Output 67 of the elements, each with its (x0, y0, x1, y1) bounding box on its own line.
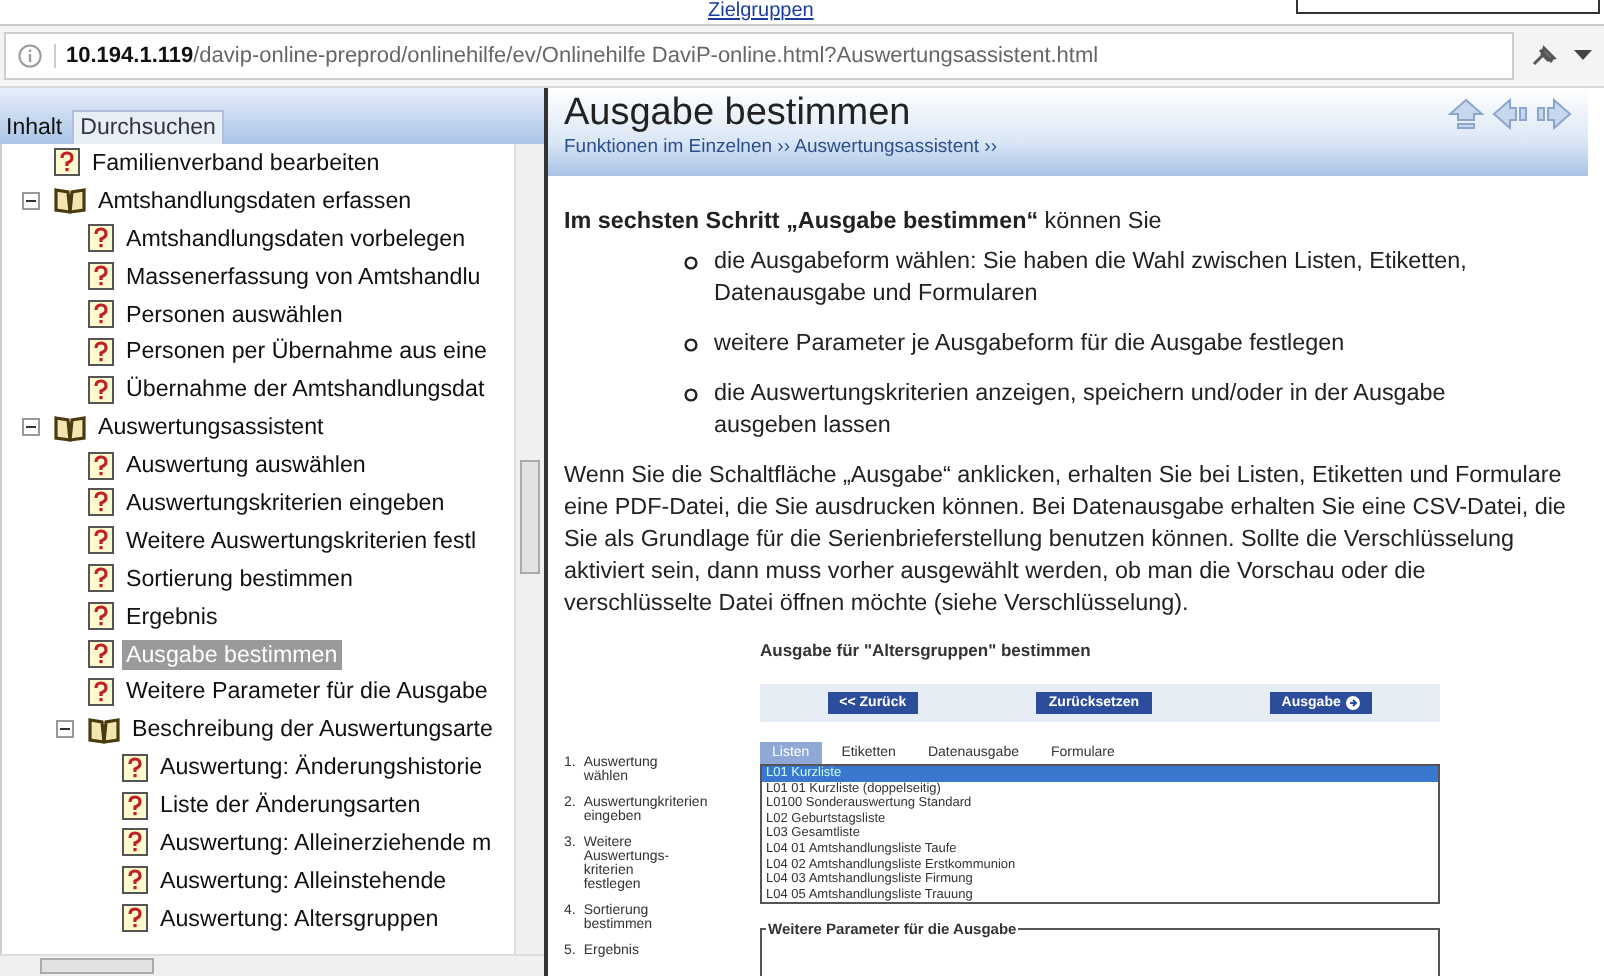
intro-text: Im sechsten Schritt „Ausgabe bestimmen“ können Sie (564, 208, 1164, 234)
book-icon (88, 715, 120, 744)
tree-item[interactable]: Auswertungsassistent (94, 412, 328, 443)
tree-item[interactable]: Weitere Auswertungskriterien festl (122, 525, 481, 556)
collapse-icon[interactable] (56, 720, 74, 739)
help-page-icon (88, 602, 114, 631)
tree-item[interactable]: Liste der Änderungsarten (156, 790, 425, 821)
collapse-icon[interactable] (22, 418, 40, 437)
help-page-icon (88, 337, 114, 366)
help-page-icon (88, 640, 114, 669)
bullet-text: weitere Parameter je Ausgabeform für die Ausgabe festlegen (714, 328, 1345, 360)
link[interactable]: Zielgruppen (708, 0, 814, 22)
paragraph: Wenn Sie die Schaltfläche „Ausgabe“ anklicken, erhalten Sie bei Listen, Etiketten und Formulare eine PDF-Datei, die Sie ausdrucken können. Bei Datenausgabe erhalten Sie eine CSV-Datei, die Sie als Grundlage für die Serienbrieferstellung benutzen können. Sollte die Verschlüsselung aktiviert sein, dann muss vorher ausgewählt werden, ob man die Vorschau oder die verschlüsselte Datei öffnen möchte (siehe Verschlüsselung). (564, 460, 1568, 620)
help-page-icon (122, 866, 148, 895)
pin-icon[interactable] (1530, 44, 1558, 68)
bullet-text: die Auswertungskriterien anzeigen, speichern und/oder in der Ausgabe ausgeben lassen (714, 378, 1448, 442)
help-page-icon (122, 753, 148, 782)
breadcrumb: Funktionen im Einzelnen ›› Auswertungsassistent ›› (564, 136, 997, 158)
tree-item[interactable]: Sortierung bestimmen (122, 563, 357, 594)
list-box[interactable] (760, 764, 1440, 904)
caret-icon[interactable] (1574, 50, 1592, 62)
tree-item[interactable]: Auswertungskriterien eingeben (122, 487, 449, 518)
tree-item[interactable]: Weitere Parameter für die Ausgabe (122, 676, 492, 707)
help-page-icon (88, 564, 114, 593)
tree-item[interactable]: Personen per Übernahme aus eine (122, 336, 491, 367)
help-page-icon (88, 488, 114, 517)
scrollbar[interactable] (514, 144, 544, 954)
tree-item[interactable]: Auswertung auswählen (122, 450, 370, 481)
tree-item[interactable]: Auswertung: Änderungshistorie (156, 752, 487, 783)
bullet-icon (684, 338, 698, 352)
tree-item[interactable]: Übernahme der Amtshandlungsdat (122, 374, 489, 405)
tab[interactable]: Inhalt (0, 112, 69, 144)
tree-item[interactable]: Personen auswählen (122, 299, 347, 329)
address-field[interactable]: 10.194.1.119/davip-online-preprod/onlinehilfe/ev/Onlinehilfe DaviP-online.html?Auswertungsassistent.html (4, 32, 1514, 80)
help-page-icon (88, 262, 114, 291)
bullet-icon (684, 388, 698, 402)
topic-title: Ausgabe bestimmen (564, 92, 913, 136)
tree-item[interactable]: Ergebnis (122, 601, 222, 632)
dialog-title: Ausgabe für "Altersgruppen" bestimmen (760, 640, 1093, 660)
tree-item[interactable]: Massenerfassung von Amtshandlu (122, 261, 485, 292)
tab[interactable]: Durchsuchen (72, 110, 224, 144)
arrow-icon (1346, 696, 1361, 710)
collapse-icon[interactable] (22, 191, 40, 210)
help-page-icon (88, 224, 114, 253)
bullet-text: die Ausgabeform wählen: Sie haben die Wahl zwischen Listen, Etiketten, Datenausgabe und Formularen (714, 246, 1469, 310)
book-icon (54, 413, 86, 442)
bullet-icon (684, 256, 698, 270)
help-page-icon (88, 677, 114, 706)
help-page-icon (122, 828, 148, 857)
scrollbar[interactable] (0, 954, 544, 976)
tree-item[interactable]: Auswertung: Alleinerziehende m (156, 827, 496, 858)
help-page-icon (122, 904, 148, 933)
info-icon (18, 44, 42, 68)
help-page-icon (88, 451, 114, 480)
tree-item[interactable]: Auswertung: Altersgruppen (156, 903, 443, 934)
help-page-icon (54, 148, 80, 177)
tree-item[interactable]: Auswertung: Alleinstehende (156, 865, 451, 896)
tree-item[interactable]: Beschreibung der Auswertungsarte (128, 714, 497, 745)
tree-item[interactable]: Familienverband bearbeiten (88, 147, 384, 178)
help-page-icon (122, 791, 148, 820)
tree-item[interactable]: Amtshandlungsdaten vorbelegen (122, 223, 470, 254)
tree-item[interactable]: Amtshandlungsdaten erfassen (94, 185, 416, 216)
help-page-icon (88, 375, 114, 404)
url-text: 10.194.1.119/davip-online-preprod/onlinehilfe/ev/Onlinehilfe DaviP-online.html?Auswertungsassistent.html (54, 44, 1099, 68)
book-icon (54, 186, 86, 215)
help-page-icon (88, 526, 114, 555)
help-page-icon (88, 300, 114, 328)
